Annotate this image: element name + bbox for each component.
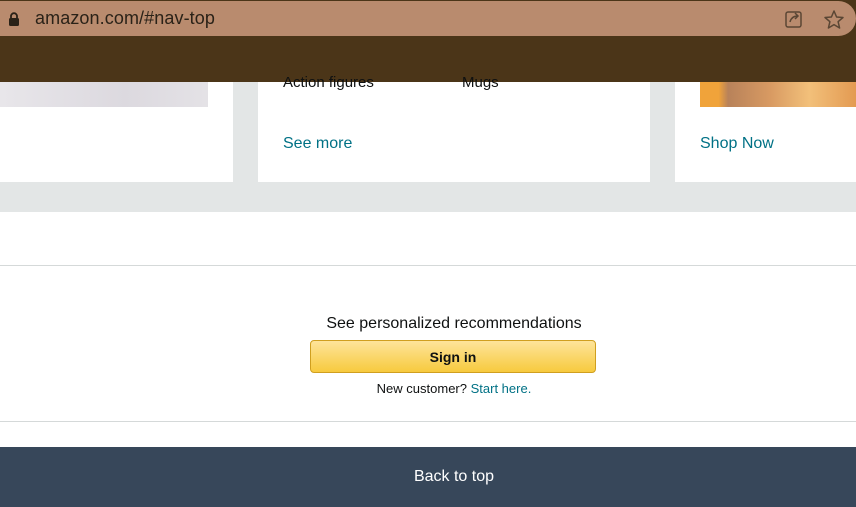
new-customer-line: New customer? Start here. (0, 381, 856, 396)
start-here-link[interactable]: Start here. (471, 381, 532, 396)
shop-now-link[interactable]: Shop Now (700, 135, 774, 153)
product-card-left (0, 82, 233, 182)
star-icon[interactable] (823, 9, 845, 31)
category-mugs[interactable]: Mugs (462, 74, 499, 91)
lock-icon[interactable] (7, 12, 21, 26)
new-customer-text: New customer? (376, 381, 467, 396)
browser-toolbar: amazon.com/#nav-top (0, 0, 856, 82)
product-card-middle: Action figures Mugs See more (258, 74, 650, 182)
product-card-right: Shop Now (675, 82, 856, 182)
recommendations-prompt: See personalized recommendations (326, 315, 582, 332)
address-bar[interactable]: amazon.com/#nav-top (0, 1, 856, 36)
back-to-top-button[interactable]: Back to top (0, 447, 856, 507)
product-image[interactable] (0, 82, 208, 107)
sign-in-button[interactable]: Sign in (310, 340, 596, 373)
product-image[interactable] (700, 82, 856, 107)
divider (0, 421, 856, 422)
share-icon[interactable] (784, 9, 804, 29)
url-text[interactable]: amazon.com/#nav-top (35, 8, 215, 29)
category-action-figures[interactable]: Action figures (283, 74, 374, 91)
divider (0, 265, 856, 266)
see-more-link[interactable]: See more (283, 135, 352, 153)
